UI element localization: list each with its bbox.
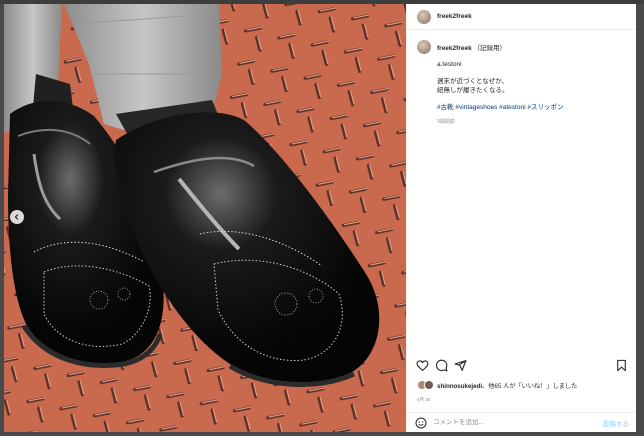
caption-body: a.testoni 週末が近づくとなぜか、 紐無しが履きたくなる。 #古靴 #v…	[437, 60, 626, 127]
avatar[interactable]	[417, 9, 431, 24]
post-date: 4月 28	[417, 397, 431, 402]
emoji-icon[interactable]	[415, 417, 427, 429]
caption-hashtags[interactable]: #古靴 #vintageshoes #atestoni #スリッポン	[437, 103, 626, 112]
caption-time-ago: 9週間前	[437, 119, 455, 125]
chevron-left-icon	[14, 214, 19, 220]
liker-username[interactable]: shinnosukejedi	[437, 383, 482, 390]
likes-count-text[interactable]: 、他65 人が「いいね！」しました	[482, 383, 577, 390]
post-photo[interactable]	[4, 4, 406, 432]
caption-username[interactable]: freek2freek	[437, 45, 472, 52]
post-caption: freek2freek （記録用） a.testoni 週末が近づくとなぜか、 …	[407, 30, 636, 127]
likes-summary: shinnosukejedi、他65 人が「いいね！」しました	[417, 380, 577, 390]
post-details-panel: freek2freek freek2freek （記録用） a.testoni …	[406, 4, 636, 432]
comment-input[interactable]	[433, 419, 593, 426]
heart-icon[interactable]	[416, 359, 429, 372]
caption-tag: （記録用）	[473, 45, 507, 52]
liker-avatar	[424, 380, 434, 390]
caption-brand: a.testoni	[437, 61, 462, 68]
caption-avatar[interactable]	[417, 40, 431, 54]
share-icon[interactable]	[454, 359, 467, 372]
shoes-photo	[4, 4, 406, 432]
post-comment-button[interactable]: 投稿する	[603, 418, 629, 428]
previous-photo-button[interactable]	[10, 210, 24, 224]
action-bar	[407, 359, 636, 377]
post-header: freek2freek	[407, 4, 636, 30]
caption-line-1: 週末が近づくとなぜか、	[437, 78, 509, 85]
comment-icon[interactable]	[435, 359, 448, 372]
header-username[interactable]: freek2freek	[437, 13, 472, 20]
comment-bar: 投稿する	[407, 412, 636, 432]
bookmark-icon[interactable]	[615, 359, 628, 372]
post-modal: freek2freek freek2freek （記録用） a.testoni …	[4, 4, 636, 432]
caption-line-2: 紐無しが履きたくなる。	[437, 87, 509, 94]
